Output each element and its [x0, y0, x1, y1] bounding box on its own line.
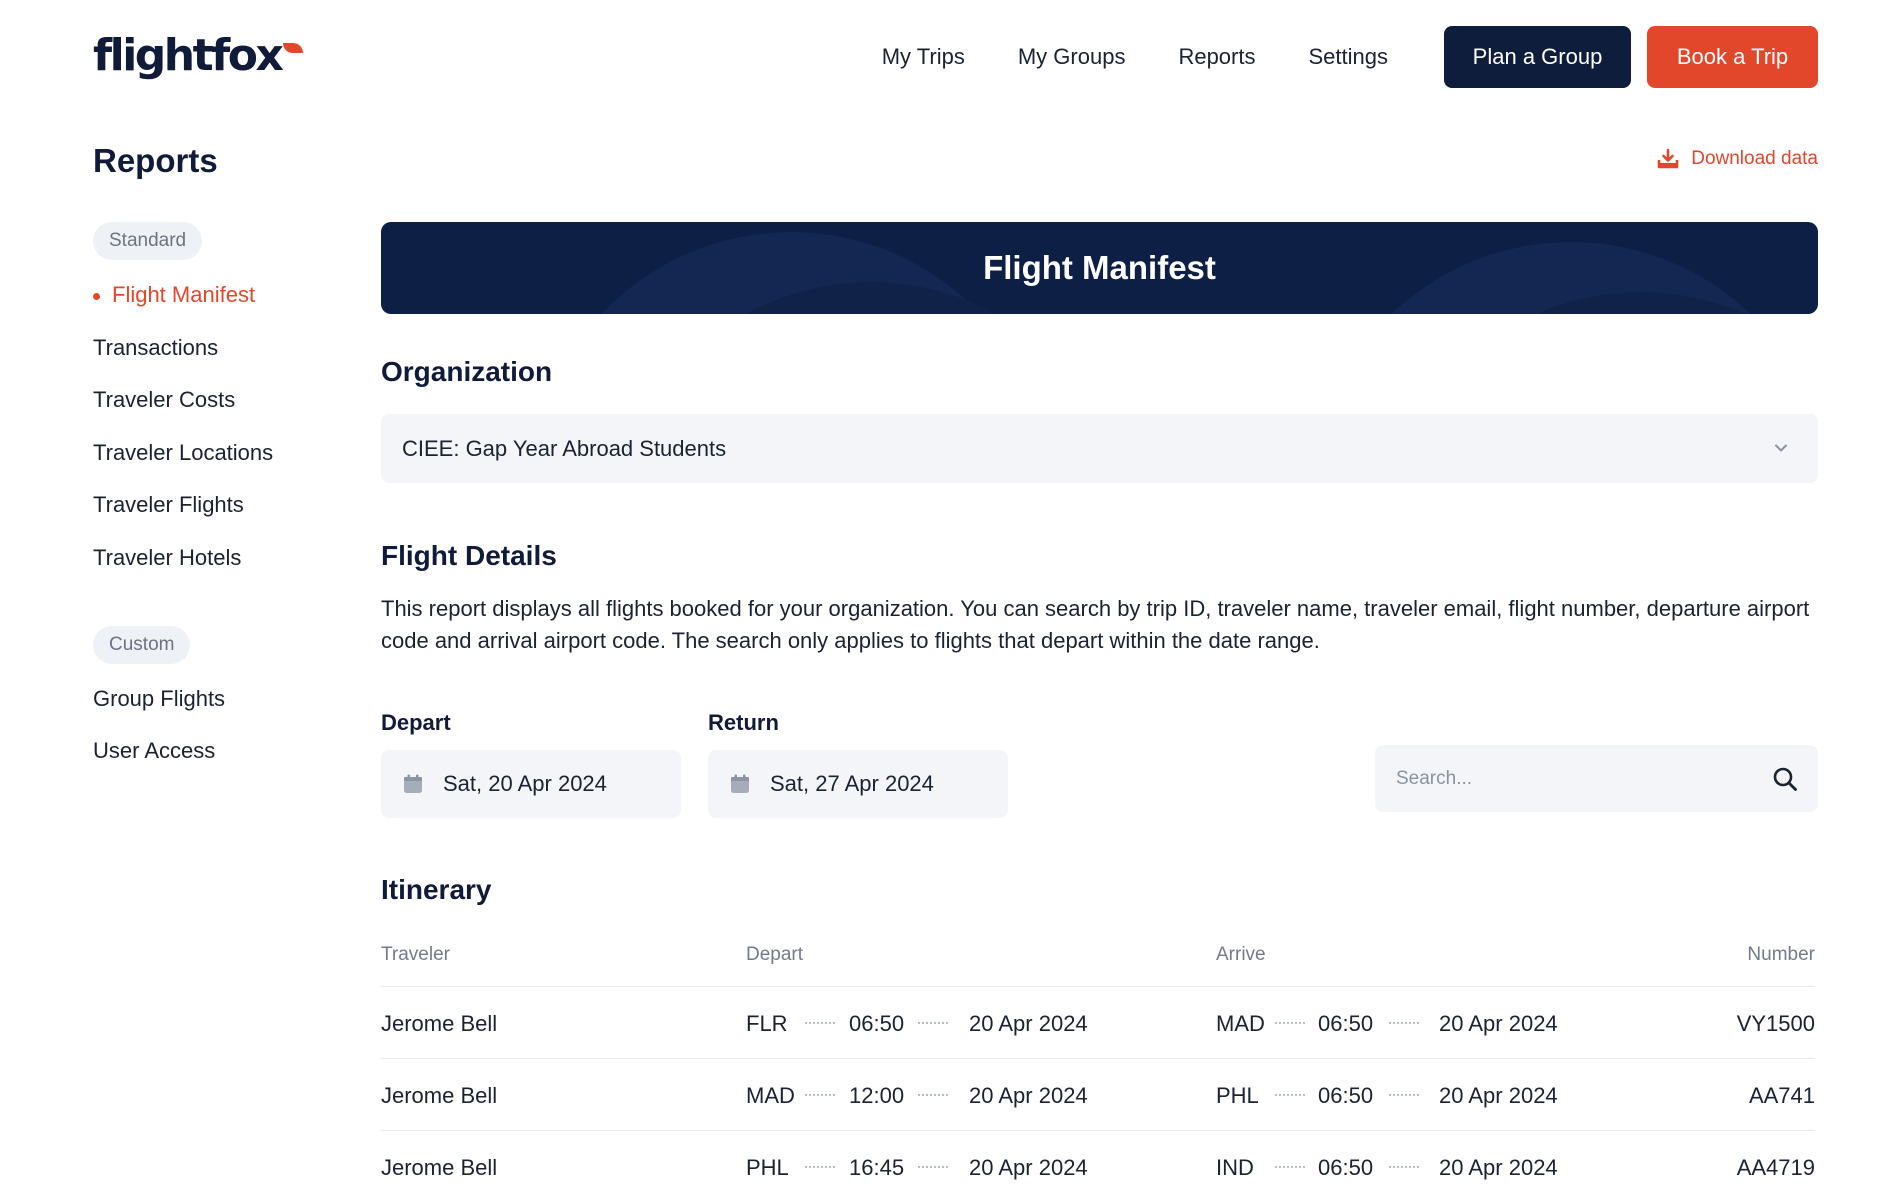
book-trip-button[interactable]: Book a Trip: [1647, 26, 1818, 88]
dotted-separator: [918, 1022, 948, 1024]
traveler-name: Jerome Bell: [381, 1083, 498, 1108]
nav-my-trips[interactable]: My Trips: [882, 44, 965, 70]
table-row[interactable]: Jerome Bell FLR 06:50 20 Apr 2024 MAD 06…: [381, 986, 1815, 1058]
dotted-separator: [805, 1166, 835, 1168]
arrive-date: 20 Apr 2024: [1439, 1083, 1558, 1108]
depart-time: 16:45: [849, 1155, 905, 1180]
search-input[interactable]: [1375, 745, 1735, 812]
itinerary-heading: Itinerary: [381, 874, 492, 905]
sidebar-title: Reports: [93, 142, 218, 179]
dotted-separator: [918, 1166, 948, 1168]
depart-time: 06:50: [849, 1011, 905, 1036]
organization-heading: Organization: [381, 356, 553, 387]
standard-section-pill: Standard: [93, 222, 203, 260]
arrive-airport-code: PHL: [1216, 1083, 1259, 1108]
sidebar-item-group-flights[interactable]: Group Flights: [93, 686, 225, 712]
dotted-separator: [1275, 1166, 1305, 1168]
table-row[interactable]: Jerome Bell MAD 12:00 20 Apr 2024 PHL 06…: [381, 1058, 1815, 1130]
depart-label: Depart: [381, 710, 451, 735]
arrive-airport-code: IND: [1216, 1155, 1254, 1180]
arrive-time: 06:50: [1318, 1011, 1374, 1036]
calendar-icon: [404, 774, 422, 793]
dotted-separator: [1275, 1022, 1305, 1024]
column-header-traveler: Traveler: [381, 944, 450, 965]
search-icon[interactable]: [1772, 766, 1798, 792]
download-data-link[interactable]: Download data: [1657, 148, 1818, 170]
column-header-number: Number: [1747, 944, 1815, 965]
nav-settings[interactable]: Settings: [1309, 44, 1389, 70]
nav-reports[interactable]: Reports: [1178, 44, 1255, 70]
depart-airport-code: MAD: [746, 1083, 795, 1108]
sidebar-item-traveler-costs[interactable]: Traveler Costs: [93, 387, 235, 413]
search-box: [1375, 745, 1818, 812]
column-header-arrive: Arrive: [1216, 944, 1266, 965]
report-banner: Flight Manifest: [381, 222, 1818, 314]
flight-details-heading: Flight Details: [381, 540, 557, 571]
sidebar-item-traveler-locations[interactable]: Traveler Locations: [93, 440, 273, 466]
chevron-down-icon: [1775, 444, 1787, 452]
arrive-time: 06:50: [1318, 1083, 1374, 1108]
sidebar-item-user-access[interactable]: User Access: [93, 738, 215, 764]
sidebar-item-transactions[interactable]: Transactions: [93, 335, 218, 361]
dotted-separator: [1389, 1094, 1419, 1096]
return-date-picker[interactable]: Sat, 27 Apr 2024: [708, 750, 1008, 818]
column-header-depart: Depart: [746, 944, 804, 965]
depart-date: 20 Apr 2024: [969, 1011, 1088, 1036]
download-icon: [1657, 148, 1679, 169]
sidebar-item-flight-manifest[interactable]: Flight Manifest: [93, 282, 255, 308]
logo-tail-icon: [283, 43, 304, 53]
flight-number: AA741: [1748, 1083, 1815, 1108]
arrive-airport-code: MAD: [1216, 1011, 1265, 1036]
calendar-icon: [731, 774, 749, 793]
custom-section-pill: Custom: [93, 626, 191, 664]
table-row[interactable]: Jerome Bell PHL 16:45 20 Apr 2024 IND 06…: [381, 1130, 1815, 1196]
dotted-separator: [1389, 1022, 1419, 1024]
top-nav: My Trips My Groups Reports Settings Plan…: [882, 26, 1818, 88]
depart-time: 12:00: [849, 1083, 905, 1108]
arrive-date: 20 Apr 2024: [1439, 1011, 1558, 1036]
dotted-separator: [805, 1094, 835, 1096]
traveler-name: Jerome Bell: [381, 1011, 498, 1036]
flight-details-description: This report displays all flights booked …: [381, 596, 1810, 653]
banner-title: Flight Manifest: [983, 249, 1216, 286]
traveler-name: Jerome Bell: [381, 1155, 498, 1180]
dotted-separator: [1275, 1094, 1305, 1096]
depart-airport-code: PHL: [746, 1155, 789, 1180]
flight-number: AA4719: [1736, 1155, 1815, 1180]
dotted-separator: [1389, 1166, 1419, 1168]
dotted-separator: [918, 1094, 948, 1096]
depart-date: 20 Apr 2024: [969, 1155, 1088, 1180]
sidebar-item-traveler-hotels[interactable]: Traveler Hotels: [93, 545, 241, 571]
return-label: Return: [708, 710, 779, 735]
organization-select[interactable]: CIEE: Gap Year Abroad Students: [381, 414, 1818, 483]
arrive-time: 06:50: [1318, 1155, 1374, 1180]
arrive-date: 20 Apr 2024: [1439, 1155, 1558, 1180]
sidebar-item-traveler-flights[interactable]: Traveler Flights: [93, 492, 244, 518]
plan-group-button[interactable]: Plan a Group: [1444, 26, 1631, 88]
flight-number: VY1500: [1736, 1011, 1815, 1036]
depart-date-picker[interactable]: Sat, 20 Apr 2024: [381, 750, 681, 818]
depart-airport-code: FLR: [746, 1011, 788, 1036]
dotted-separator: [805, 1022, 835, 1024]
flightfox-logo[interactable]: flightfox: [93, 30, 304, 81]
nav-my-groups[interactable]: My Groups: [1018, 44, 1126, 70]
depart-date: 20 Apr 2024: [969, 1083, 1088, 1108]
